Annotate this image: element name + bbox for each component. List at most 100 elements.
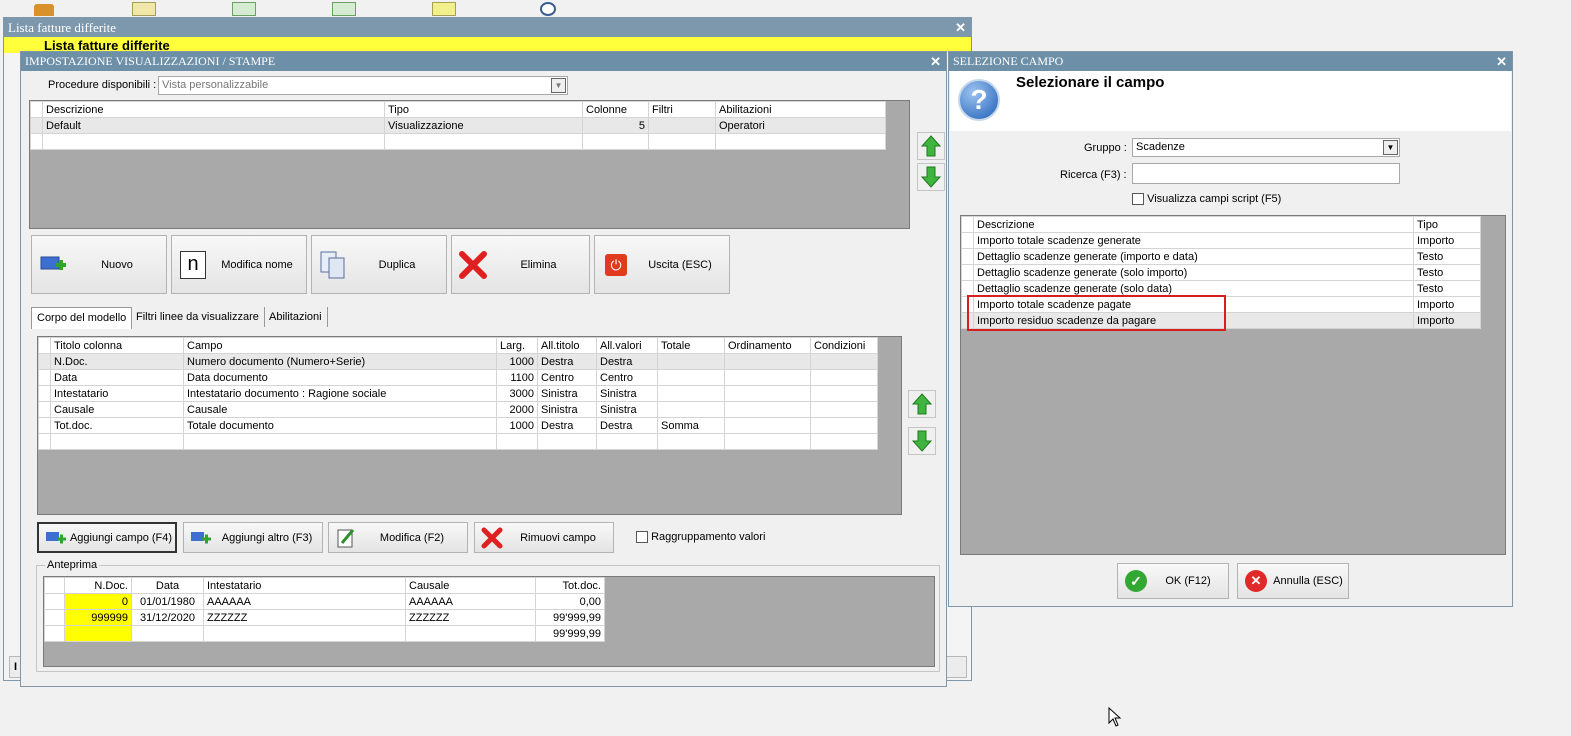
table-cell[interactable] — [810, 353, 878, 370]
table-cell[interactable]: Causale — [50, 401, 184, 418]
table-row[interactable]: Default Visualizzazione 5 Operatori — [30, 117, 886, 134]
table-cell[interactable]: Centro — [596, 369, 658, 386]
clock-icon[interactable] — [540, 2, 556, 16]
table-cell[interactable] — [810, 369, 878, 386]
table-cell[interactable]: 2000 — [496, 401, 538, 418]
move-down-button[interactable] — [917, 163, 945, 191]
table-cell[interactable]: Importo — [1413, 232, 1481, 249]
table-cell[interactable]: Numero documento (Numero+Serie) — [183, 353, 497, 370]
table-cell[interactable]: Data — [50, 369, 184, 386]
move-down-button[interactable] — [908, 427, 936, 455]
close-icon[interactable]: ✕ — [955, 18, 966, 37]
table-cell[interactable]: Testo — [1413, 264, 1481, 281]
col-header[interactable]: Totale — [657, 337, 725, 354]
table-cell[interactable]: 1000 — [496, 417, 538, 434]
close-icon[interactable]: ✕ — [1496, 52, 1507, 71]
table-cell[interactable] — [648, 117, 716, 134]
search-input[interactable] — [1132, 163, 1400, 184]
tab-abilitazioni[interactable]: Abilitazioni — [264, 307, 328, 327]
close-icon[interactable]: ✕ — [930, 52, 941, 71]
table-cell[interactable]: Centro — [537, 369, 597, 386]
col-header[interactable]: Descrizione — [42, 101, 385, 118]
table-cell[interactable]: Destra — [537, 353, 597, 370]
table-row[interactable]: Dettaglio scadenze generate (importo e d… — [961, 248, 1481, 265]
col-header[interactable]: Abilitazioni — [715, 101, 886, 118]
table-cell[interactable]: Intestatario documento : Ragione sociale — [183, 385, 497, 402]
table-cell[interactable]: Sinistra — [537, 385, 597, 402]
col-header[interactable]: Tipo — [384, 101, 583, 118]
grouping-checkbox[interactable]: Raggruppamento valori — [636, 531, 765, 544]
table-cell[interactable] — [657, 353, 725, 370]
col-header[interactable]: Tipo — [1413, 216, 1481, 233]
table-cell[interactable]: Testo — [1413, 280, 1481, 297]
table-cell[interactable] — [657, 369, 725, 386]
add-field-button[interactable]: Aggiungi campo (F4) — [37, 522, 177, 553]
col-header[interactable]: Larg. — [496, 337, 538, 354]
table-row[interactable]: Data Data documento 1100 Centro Centro — [38, 369, 878, 386]
group-select[interactable]: Scadenze ▼ — [1132, 138, 1400, 157]
list-icon[interactable] — [332, 2, 356, 16]
table-cell[interactable]: Somma — [657, 417, 725, 434]
table-cell[interactable] — [724, 417, 811, 434]
table-cell[interactable]: Importo — [1413, 296, 1481, 313]
chevron-down-icon[interactable]: ▼ — [551, 78, 566, 93]
table-cell[interactable]: N.Doc. — [50, 353, 184, 370]
table-cell[interactable]: Dettaglio scadenze generate (importo e d… — [973, 248, 1414, 265]
col-header[interactable]: Ordinamento — [724, 337, 811, 354]
table-cell[interactable]: Sinistra — [596, 401, 658, 418]
table-cell[interactable]: Destra — [596, 417, 658, 434]
table-cell[interactable]: 1000 — [496, 353, 538, 370]
table-cell[interactable] — [724, 353, 811, 370]
table-cell[interactable]: 3000 — [496, 385, 538, 402]
table-cell[interactable] — [810, 401, 878, 418]
table-cell[interactable]: Destra — [596, 353, 658, 370]
col-header[interactable]: Colonne — [582, 101, 649, 118]
app-icon[interactable] — [34, 4, 54, 16]
col-header[interactable]: Campo — [183, 337, 497, 354]
list-icon[interactable] — [432, 2, 456, 16]
table-row-empty[interactable] — [38, 433, 878, 450]
table-cell[interactable] — [724, 401, 811, 418]
table-cell[interactable]: Operatori — [715, 117, 886, 134]
table-cell[interactable] — [657, 401, 725, 418]
chevron-down-icon[interactable]: ▼ — [1383, 140, 1398, 155]
table-cell[interactable]: 1100 — [496, 369, 538, 386]
col-header[interactable]: All.titolo — [537, 337, 597, 354]
ok-button[interactable]: ✓ OK (F12) — [1117, 563, 1229, 599]
table-cell[interactable]: 5 — [582, 117, 649, 134]
add-other-button[interactable]: Aggiungi altro (F3) — [183, 522, 323, 553]
table-cell[interactable]: Destra — [537, 417, 597, 434]
table-row[interactable]: Intestatario Intestatario documento : Ra… — [38, 385, 878, 402]
edit-button[interactable]: Modifica (F2) — [328, 522, 468, 553]
duplicate-button[interactable]: Duplica — [311, 235, 447, 294]
table-cell[interactable]: Totale documento — [183, 417, 497, 434]
list-icon[interactable] — [132, 2, 156, 16]
delete-button[interactable]: Elimina — [451, 235, 590, 294]
remove-field-button[interactable]: Rimuovi campo — [474, 522, 614, 553]
tab-filtri-linee[interactable]: Filtri linee da visualizzare — [131, 307, 265, 327]
move-up-button[interactable] — [917, 132, 945, 160]
table-cell[interactable] — [810, 417, 878, 434]
exit-button[interactable]: ⏻ Uscita (ESC) — [594, 235, 730, 294]
table-row[interactable]: Tot.doc. Totale documento 1000 Destra De… — [38, 417, 878, 434]
procedure-select[interactable]: Vista personalizzabile ▼ — [158, 76, 568, 95]
table-row[interactable]: Causale Causale 2000 Sinistra Sinistra — [38, 401, 878, 418]
table-row[interactable]: N.Doc. Numero documento (Numero+Serie) 1… — [38, 353, 878, 370]
col-header[interactable]: All.valori — [596, 337, 658, 354]
col-header[interactable]: Condizioni — [810, 337, 878, 354]
script-fields-checkbox[interactable]: Visualizza campi script (F5) — [1132, 193, 1281, 206]
grouping-check[interactable] — [636, 531, 648, 544]
table-cell[interactable]: Default — [42, 117, 385, 134]
table-cell[interactable]: Data documento — [183, 369, 497, 386]
cancel-button[interactable]: ✕ Annulla (ESC) — [1237, 563, 1349, 599]
table-row-empty[interactable] — [30, 133, 886, 150]
table-cell[interactable]: Intestatario — [50, 385, 184, 402]
table-cell[interactable]: Visualizzazione — [384, 117, 583, 134]
table-cell[interactable]: Testo — [1413, 248, 1481, 265]
tab-corpo-modello[interactable]: Corpo del modello — [31, 307, 133, 329]
table-cell[interactable] — [724, 385, 811, 402]
table-cell[interactable]: Dettaglio scadenze generate (solo import… — [973, 264, 1414, 281]
table-cell[interactable]: Importo — [1413, 312, 1481, 329]
table-cell[interactable]: Tot.doc. — [50, 417, 184, 434]
table-cell[interactable] — [810, 385, 878, 402]
